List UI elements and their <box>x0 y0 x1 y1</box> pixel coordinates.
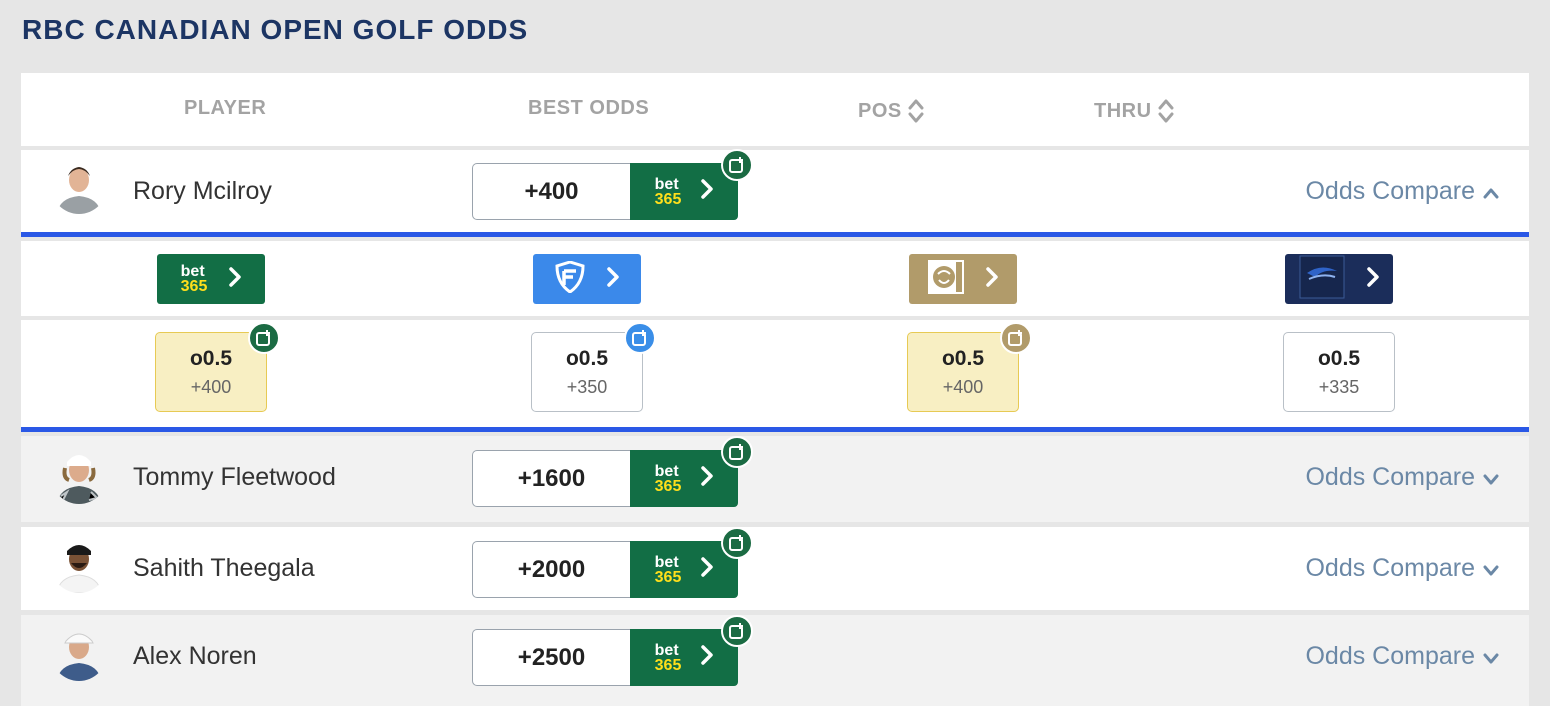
add-to-betslip-icon[interactable] <box>721 436 753 468</box>
avatar <box>51 448 107 504</box>
table-row[interactable]: Alex Noren +2500 bet 365 Odds Compare <box>21 615 1529 706</box>
add-to-betslip-icon[interactable] <box>624 322 656 354</box>
betmgm-sportsbook-button[interactable] <box>909 254 1017 304</box>
best-odds-button[interactable]: +2500 bet 365 <box>472 629 738 686</box>
sort-icon <box>1158 97 1174 125</box>
best-odds-button[interactable]: +400 bet 365 <box>472 163 738 220</box>
header-player: PLAYER <box>184 97 267 119</box>
add-to-betslip-icon[interactable] <box>721 527 753 559</box>
bet365-logo: bet 365 <box>180 263 208 295</box>
chevron-right-icon <box>701 645 714 670</box>
player-name[interactable]: Tommy Fleetwood <box>133 463 336 492</box>
chevron-right-icon <box>701 178 714 205</box>
header-pos-sort-button[interactable]: POS <box>858 97 924 125</box>
chevron-up-icon <box>1483 177 1499 206</box>
avatar <box>51 625 107 681</box>
bet365-logo: bet 365 <box>654 641 682 674</box>
sportsbook-logo-row: bet 365 <box>21 241 1529 316</box>
odds-compare-toggle[interactable]: Odds Compare <box>1305 463 1499 492</box>
page-title: RBC CANADIAN OPEN GOLF ODDS <box>22 14 529 45</box>
table-row[interactable]: Sahith Theegala +2000 bet 365 Odds Compar… <box>21 527 1529 610</box>
betrivers-sportsbook-button[interactable] <box>1285 254 1393 304</box>
bet365-logo: bet 365 <box>654 553 682 586</box>
odds-compare-toggle[interactable]: Odds Compare <box>1305 642 1499 671</box>
player-name[interactable]: Sahith Theegala <box>133 554 315 583</box>
chevron-right-icon <box>701 557 714 582</box>
add-to-betslip-icon[interactable] <box>1000 322 1032 354</box>
fanduel-shield-icon <box>555 259 585 298</box>
market-odds-card-betrivers[interactable]: o0.5 +335 <box>1283 332 1395 412</box>
chevron-right-icon <box>607 266 619 292</box>
player-name[interactable]: Alex Noren <box>133 642 257 671</box>
bet365-logo: bet 365 <box>654 462 682 495</box>
bet365-logo: bet 365 <box>654 175 682 208</box>
chevron-down-icon <box>1483 463 1499 492</box>
odds-compare-toggle[interactable]: Odds Compare <box>1305 177 1499 206</box>
avatar <box>51 158 107 214</box>
best-odds-value: +400 <box>472 163 630 220</box>
betrivers-logo <box>1299 255 1345 304</box>
sort-icon <box>908 97 924 125</box>
chevron-right-icon <box>701 466 714 491</box>
best-odds-value: +2000 <box>472 541 630 598</box>
betmgm-lion-icon <box>928 259 964 299</box>
table-row[interactable]: Tommy Fleetwood +1600 bet 365 Odds Compar… <box>21 436 1529 522</box>
fanduel-sportsbook-button[interactable] <box>533 254 641 304</box>
avatar <box>51 537 107 593</box>
add-to-betslip-icon[interactable] <box>248 322 280 354</box>
best-odds-button[interactable]: +1600 bet 365 <box>472 450 738 507</box>
chevron-down-icon <box>1483 642 1499 671</box>
best-odds-value: +1600 <box>472 450 630 507</box>
add-to-betslip-icon[interactable] <box>721 615 753 647</box>
best-odds-button[interactable]: +2000 bet 365 <box>472 541 738 598</box>
best-odds-value: +2500 <box>472 629 630 686</box>
player-name[interactable]: Rory Mcilroy <box>133 177 272 206</box>
odds-table: PLAYER BEST ODDS POS THRU Rory Mcilroy +… <box>21 73 1529 706</box>
add-to-betslip-icon[interactable] <box>721 149 753 181</box>
chevron-right-icon <box>229 266 242 292</box>
chevron-right-icon <box>1367 266 1379 292</box>
bet365-sportsbook-button[interactable]: bet 365 <box>157 254 265 304</box>
table-header: PLAYER BEST ODDS POS THRU <box>21 73 1529 146</box>
odds-compare-toggle[interactable]: Odds Compare <box>1305 554 1499 583</box>
table-row[interactable]: Rory Mcilroy +400 bet 365 Odds Compare <box>21 149 1529 232</box>
chevron-right-icon <box>986 266 998 292</box>
chevron-down-icon <box>1483 554 1499 583</box>
header-best-odds: BEST ODDS <box>528 97 650 119</box>
header-thru-sort-button[interactable]: THRU <box>1094 97 1174 125</box>
market-odds-row: o0.5 +400 o0.5 +350 o0.5 +400 o0.5 +335 <box>21 320 1529 427</box>
